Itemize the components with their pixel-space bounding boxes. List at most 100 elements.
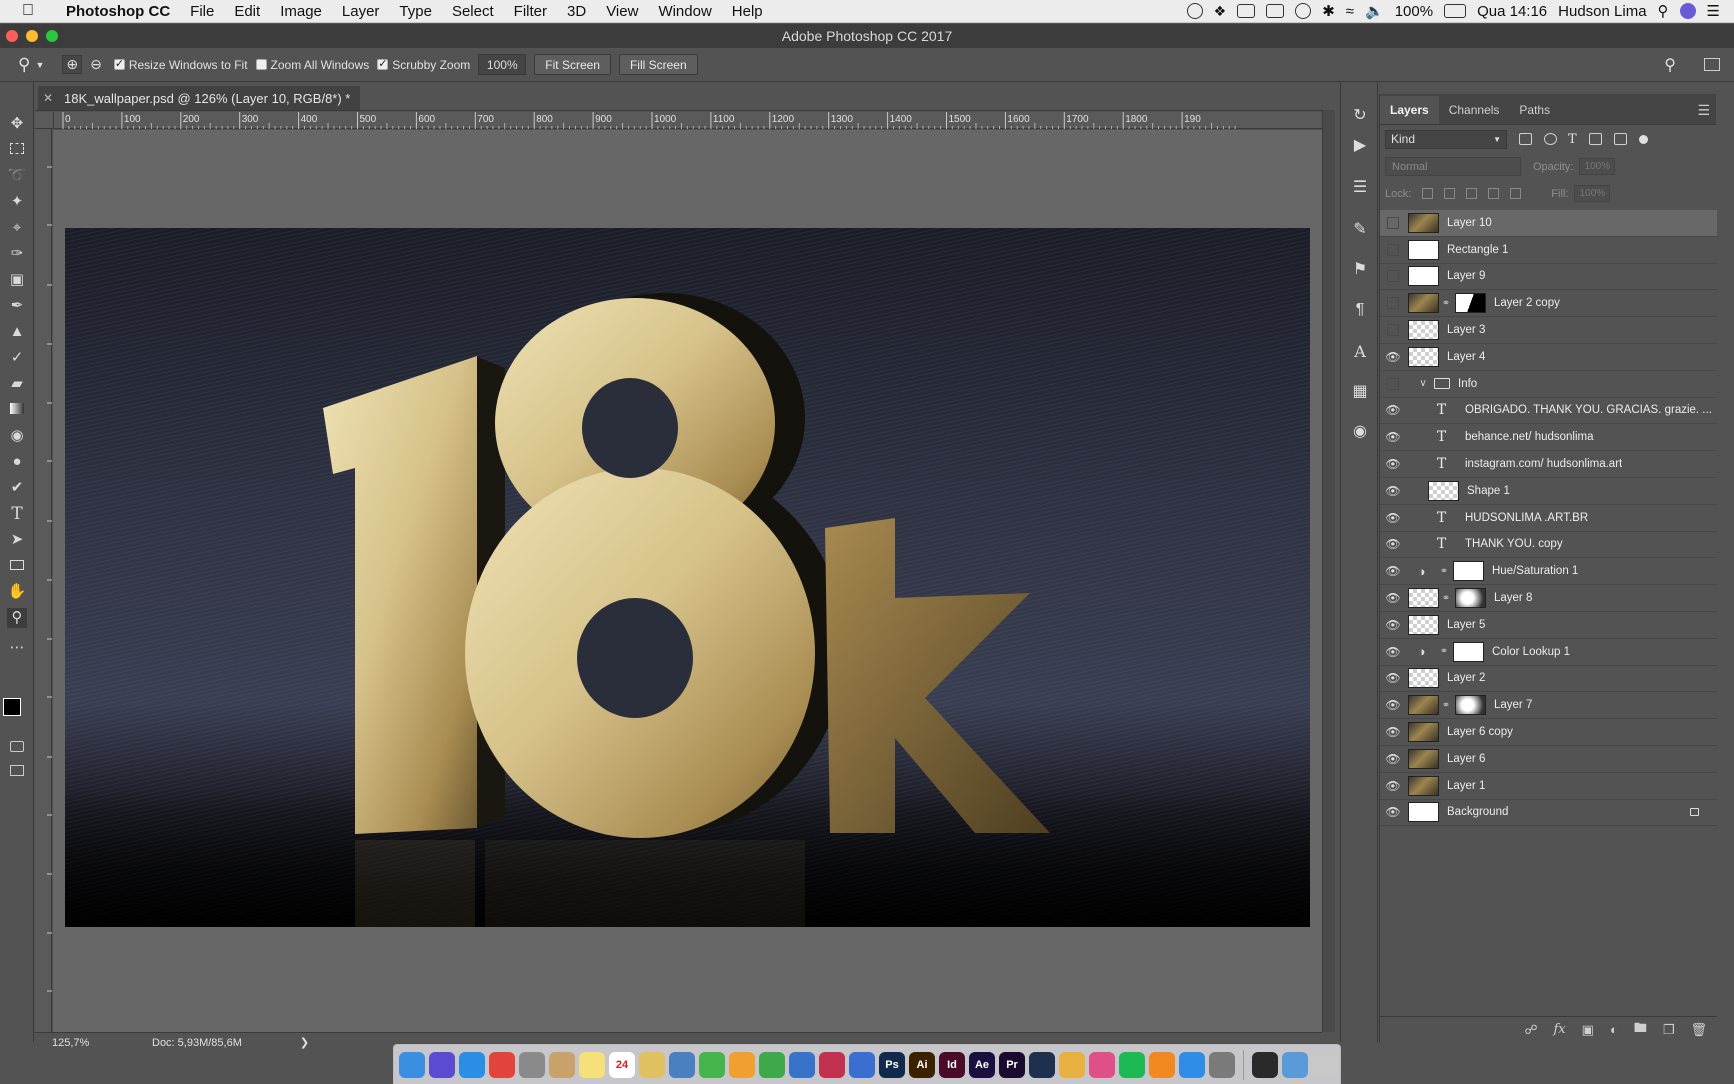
canvas-artwork[interactable] <box>65 228 1310 927</box>
clone-source-icon[interactable]: ⚑ <box>1350 260 1370 280</box>
visibility-eye-icon[interactable]: 👁 <box>1380 645 1406 659</box>
trash-icon[interactable] <box>1312 1051 1338 1078</box>
wifi-icon[interactable]: ≈ <box>1346 3 1354 20</box>
contacts-icon[interactable] <box>549 1051 575 1078</box>
layer-mask-thumbnail[interactable] <box>1455 695 1486 716</box>
layer-thumbnail[interactable] <box>1408 614 1439 635</box>
indesign-icon[interactable]: Id <box>939 1051 965 1078</box>
clone-stamp-icon[interactable]: ▲ <box>7 322 27 342</box>
menu-edit[interactable]: Edit <box>224 3 270 20</box>
siri-icon[interactable] <box>429 1051 455 1078</box>
close-window-button[interactable] <box>6 30 18 42</box>
trash-icon[interactable]: 🗑 <box>1690 1022 1707 1038</box>
clock[interactable]: Qua 14:16 <box>1477 3 1547 20</box>
history-panel-icon[interactable]: ↻ <box>1350 106 1370 126</box>
visibility-eye-icon[interactable]: 👁 <box>1380 591 1406 605</box>
status-circle-icon[interactable] <box>1186 3 1203 19</box>
grid-panel-icon[interactable]: ▦ <box>1350 382 1370 402</box>
path-selection-icon[interactable]: ➤ <box>7 530 27 550</box>
filter-pixel-icon[interactable] <box>1519 133 1532 145</box>
screen-mode-icon[interactable] <box>7 762 27 782</box>
layer-row[interactable]: 👁 Layer 6 copy <box>1380 719 1717 746</box>
photoshop-icon[interactable]: Ps <box>879 1051 905 1078</box>
chevron-down-icon[interactable]: ▼ <box>35 60 44 70</box>
layer-row[interactable]: Rectangle 1 <box>1380 237 1717 264</box>
workspace-icon[interactable] <box>1704 58 1720 71</box>
visibility-eye-icon[interactable] <box>1380 270 1406 282</box>
layer-thumbnail[interactable] <box>1408 346 1439 367</box>
chrome-icon[interactable] <box>489 1051 515 1078</box>
layer-thumbnail[interactable] <box>1408 588 1439 609</box>
layer-name[interactable]: OBRIGADO. THANK YOU. GRACIAS. grazie. ..… <box>1465 404 1712 416</box>
layer-row[interactable]: 👁 ⚭ Layer 8 <box>1380 585 1717 612</box>
layer-mask-thumbnail[interactable] <box>1453 641 1484 662</box>
layer-row[interactable]: 👁 ◑ ⚭ Hue/Saturation 1 <box>1380 558 1717 586</box>
visibility-eye-icon[interactable] <box>1380 244 1406 256</box>
layer-name[interactable]: Layer 5 <box>1447 619 1485 631</box>
layer-row[interactable]: 👁 Layer 6 <box>1380 746 1717 773</box>
mask-link-icon[interactable]: ⚭ <box>1441 593 1451 604</box>
terminal-icon[interactable] <box>1252 1051 1278 1078</box>
layer-name[interactable]: Layer 1 <box>1447 780 1485 792</box>
crop-tool-icon[interactable]: ⌖ <box>7 218 27 238</box>
dodge-tool-icon[interactable]: ● <box>7 452 27 472</box>
lock-image-icon[interactable] <box>1444 188 1456 199</box>
system-prefs-icon[interactable] <box>1209 1051 1235 1078</box>
magic-wand-icon[interactable]: ✦ <box>7 192 27 212</box>
paragraph-panel-icon[interactable]: ¶ <box>1350 300 1370 320</box>
document-tab[interactable]: ✕ 18K_wallpaper.psd @ 126% (Layer 10, RG… <box>38 86 360 110</box>
layer-thumbnail[interactable] <box>1408 293 1439 314</box>
menu-help[interactable]: Help <box>722 3 773 20</box>
layer-name[interactable]: Layer 2 <box>1447 672 1485 684</box>
zoom-window-button[interactable] <box>46 30 58 42</box>
menu-image[interactable]: Image <box>270 3 332 20</box>
type-tool-icon[interactable]: T <box>7 504 27 524</box>
new-layer-icon[interactable]: ❐ <box>1663 1022 1675 1038</box>
add-mask-icon[interactable]: ▣ <box>1582 1022 1594 1038</box>
pencil-icon[interactable] <box>1059 1051 1085 1078</box>
tab-paths[interactable]: Paths <box>1509 96 1560 124</box>
lock-artboard-icon[interactable] <box>1488 188 1500 199</box>
layer-name[interactable]: Background <box>1447 806 1508 818</box>
layer-name[interactable]: Layer 8 <box>1494 592 1532 604</box>
resize-windows-checkbox[interactable]: Resize Windows to Fit <box>113 57 248 72</box>
blur-tool-icon[interactable]: ◉ <box>7 426 27 446</box>
layer-mask-thumbnail[interactable] <box>1455 293 1486 314</box>
layer-thumbnail[interactable] <box>1408 695 1439 716</box>
visibility-eye-icon[interactable]: 👁 <box>1380 511 1406 525</box>
bluetooth-icon[interactable]: ✱ <box>1322 2 1335 20</box>
spotlight-icon[interactable]: ⚲ <box>1658 2 1669 20</box>
visibility-eye-icon[interactable]: 👁 <box>1380 430 1406 444</box>
foreground-color-swatch[interactable] <box>3 698 21 716</box>
pen-tool-icon[interactable]: ✔ <box>7 478 27 498</box>
vertical-ruler[interactable] <box>35 129 52 1032</box>
layer-row[interactable]: 👁 Tbehance.net/ hudsonlima <box>1380 424 1717 452</box>
layer-thumbnail[interactable] <box>1408 748 1439 769</box>
more-tools-icon[interactable]: ⋯ <box>7 638 27 658</box>
layer-row[interactable]: 👁 ⚭ Layer 7 <box>1380 692 1717 720</box>
menu-view[interactable]: View <box>596 3 648 20</box>
visibility-eye-icon[interactable]: 👁 <box>1380 564 1406 578</box>
layer-row[interactable]: Layer 3 <box>1380 317 1717 344</box>
visibility-eye-icon[interactable]: 👁 <box>1380 698 1406 712</box>
layer-row[interactable]: 👁 Background <box>1380 800 1717 827</box>
ruler-origin[interactable] <box>35 112 54 129</box>
mask-link-icon[interactable]: ⚭ <box>1439 646 1449 657</box>
tab-layers[interactable]: Layers <box>1380 96 1439 124</box>
filter-adjustment-icon[interactable] <box>1544 133 1557 145</box>
affinity-icon[interactable] <box>849 1051 875 1078</box>
lock-position-icon[interactable] <box>1466 188 1478 199</box>
layer-group-row[interactable]: ∨ Info <box>1380 371 1717 398</box>
marquee-tool-icon[interactable] <box>7 140 27 160</box>
minimize-window-button[interactable] <box>26 30 38 42</box>
menu-filter[interactable]: Filter <box>504 3 557 20</box>
visibility-eye-icon[interactable] <box>1380 297 1406 309</box>
pages-icon[interactable] <box>729 1051 755 1078</box>
layer-row[interactable]: 👁 Layer 2 <box>1380 666 1717 693</box>
photos-icon[interactable] <box>639 1051 665 1078</box>
notes-icon[interactable] <box>579 1051 605 1078</box>
zoom-in-icon[interactable]: ⊕ <box>62 55 83 74</box>
app-menu[interactable]: Photoshop CC <box>56 3 180 20</box>
layer-mask-thumbnail[interactable] <box>1455 588 1486 609</box>
layer-row[interactable]: Layer 9 <box>1380 264 1717 291</box>
